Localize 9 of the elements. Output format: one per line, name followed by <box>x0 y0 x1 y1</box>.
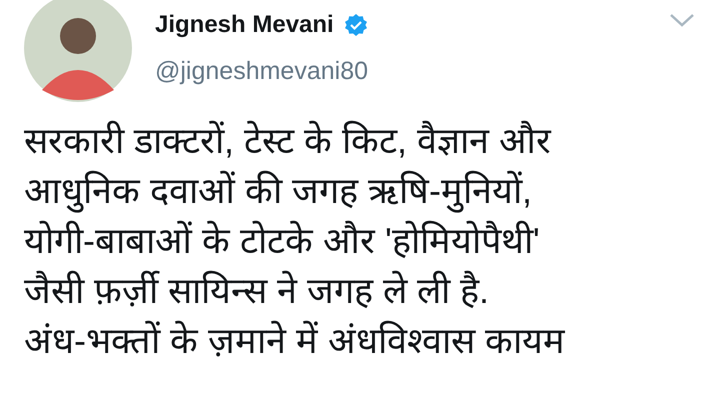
chevron-down-icon[interactable] <box>669 12 695 28</box>
author-handle: @jigneshmevani80 <box>155 57 370 86</box>
tweet-text-line: सरकारी डाक्टरों, टेस्ट के किट, वैज्ञान और <box>24 119 552 163</box>
tweet-text-line: योगी-बाबाओं के टोटके और 'होमियोपैथी' <box>24 219 541 263</box>
tweet-text-line: जैसी फ़र्ज़ी सायिन्स ने जगह ले ली है. <box>24 269 490 313</box>
author-name: Jignesh Mevani <box>155 11 334 39</box>
tweet-text-line: आधुनिक दवाओं की जगह ऋषि-मुनियों, <box>24 169 533 215</box>
tweet-text-line: अंध-भक्तों के ज़माने में अंधविश्वास कायम <box>24 319 566 363</box>
avatar-icon <box>24 0 132 102</box>
